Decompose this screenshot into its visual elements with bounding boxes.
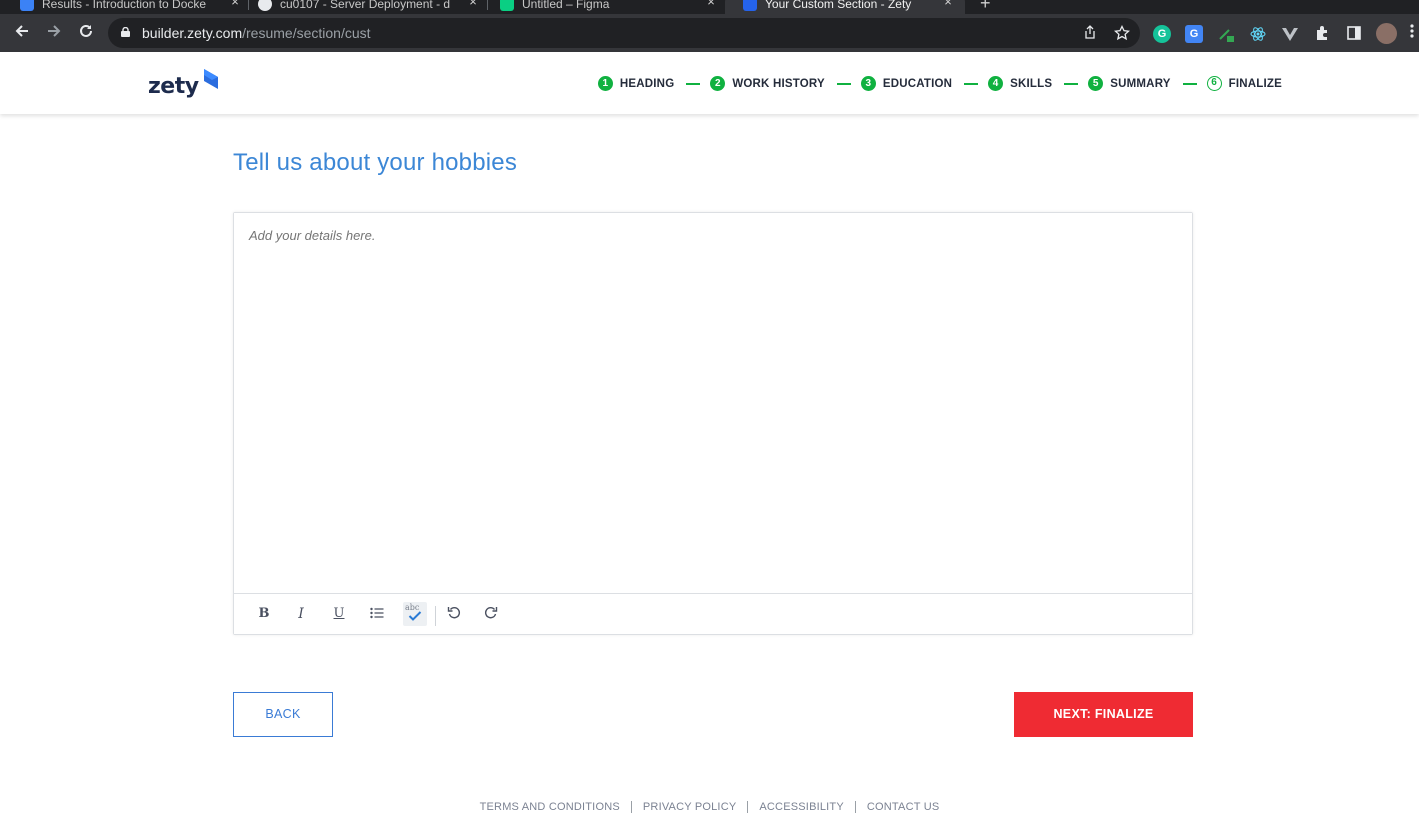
browser-tab[interactable]: cu0107 - Server Deployment - dr × xyxy=(258,0,480,14)
close-tab-icon[interactable]: × xyxy=(466,0,480,9)
side-panel-icon[interactable] xyxy=(1345,25,1363,43)
accessibility-link[interactable]: ACCESSIBILITY xyxy=(748,801,855,813)
reload-icon[interactable] xyxy=(75,22,97,44)
checkmark-icon xyxy=(408,611,422,621)
tab-separator xyxy=(248,0,249,10)
underline-button[interactable]: U xyxy=(327,602,351,626)
step-work-history[interactable]: 2 WORK HISTORY xyxy=(710,76,825,91)
profile-avatar[interactable] xyxy=(1376,23,1397,44)
browser-tab-active[interactable]: Your Custom Section - Zety × xyxy=(725,0,965,14)
page-title: Tell us about your hobbies xyxy=(233,149,518,176)
step-education[interactable]: 3 EDUCATION xyxy=(860,76,952,91)
browser-tab[interactable]: Results - Introduction to Docke × xyxy=(20,0,242,14)
step-finalize[interactable]: 6 FINALIZE xyxy=(1206,76,1282,91)
step-connector xyxy=(686,82,701,85)
undo-icon[interactable] xyxy=(442,602,466,626)
redo-icon[interactable] xyxy=(479,602,503,626)
url-text: builder.zety.com/resume/section/cust xyxy=(142,25,371,41)
bulleted-list-icon[interactable] xyxy=(365,602,389,626)
site-header: zety 1 HEADING 2 WORK HISTORY 3 EDUCATIO… xyxy=(0,52,1419,114)
rich-text-editor: B I U abc xyxy=(233,212,1193,635)
step-skills[interactable]: 4 SKILLS xyxy=(988,76,1052,91)
vue-devtools-icon[interactable] xyxy=(1281,25,1299,43)
bold-button[interactable]: B xyxy=(252,602,276,626)
new-tab-button[interactable]: + xyxy=(980,0,991,14)
extensions-puzzle-icon[interactable] xyxy=(1313,25,1331,43)
step-connector xyxy=(964,82,979,85)
chrome-menu-icon[interactable] xyxy=(1405,22,1419,44)
bookmark-star-icon[interactable] xyxy=(1114,24,1130,41)
next-finalize-button[interactable]: NEXT: FINALIZE xyxy=(1014,692,1193,737)
pen-extension-icon[interactable] xyxy=(1217,25,1235,43)
figma-favicon-icon xyxy=(500,0,514,11)
translate-extension-icon[interactable]: G xyxy=(1185,25,1203,43)
step-connector xyxy=(1064,82,1079,85)
step-connector xyxy=(836,82,851,85)
italic-button[interactable]: I xyxy=(289,602,313,626)
browser-tab[interactable]: Untitled – Figma × xyxy=(500,0,718,14)
github-favicon-icon xyxy=(258,0,272,11)
page-content: zety 1 HEADING 2 WORK HISTORY 3 EDUCATIO… xyxy=(0,52,1419,826)
step-heading[interactable]: 1 HEADING xyxy=(597,76,674,91)
zety-logo[interactable]: zety xyxy=(148,66,222,100)
privacy-link[interactable]: PRIVACY POLICY xyxy=(632,801,747,813)
zety-logo-mark-icon xyxy=(203,69,218,89)
editor-toolbar: B I U abc xyxy=(234,593,1192,634)
close-tab-icon[interactable]: × xyxy=(228,0,242,9)
share-icon[interactable] xyxy=(1082,25,1098,41)
docker-favicon-icon xyxy=(20,0,34,11)
back-button[interactable]: BACK xyxy=(233,692,333,737)
terms-link[interactable]: TERMS AND CONDITIONS xyxy=(469,801,631,813)
step-summary[interactable]: 5 SUMMARY xyxy=(1088,76,1170,91)
browser-tab-strip: Results - Introduction to Docke × cu0107… xyxy=(0,0,1419,14)
tab-separator xyxy=(487,0,488,10)
close-tab-icon[interactable]: × xyxy=(704,0,718,9)
forward-arrow-icon[interactable] xyxy=(43,22,65,44)
contact-link[interactable]: CONTACT US xyxy=(856,801,951,813)
react-devtools-icon[interactable] xyxy=(1249,25,1267,43)
progress-steps: 1 HEADING 2 WORK HISTORY 3 EDUCATION 4 S… xyxy=(597,76,1282,91)
footer-links: TERMS AND CONDITIONS PRIVACY POLICY ACCE… xyxy=(0,801,1419,813)
zety-favicon-icon xyxy=(743,0,757,11)
close-tab-icon[interactable]: × xyxy=(941,0,955,9)
back-arrow-icon[interactable] xyxy=(11,22,33,44)
browser-toolbar: builder.zety.com/resume/section/cust G G xyxy=(0,14,1419,52)
spellcheck-button[interactable]: abc xyxy=(403,602,427,626)
step-connector xyxy=(1182,82,1197,85)
lock-icon xyxy=(121,27,130,37)
toolbar-divider xyxy=(435,606,436,626)
grammarly-extension-icon[interactable]: G xyxy=(1153,25,1171,43)
address-bar[interactable]: builder.zety.com/resume/section/cust xyxy=(108,18,1140,48)
hobbies-textarea[interactable] xyxy=(234,213,1192,593)
